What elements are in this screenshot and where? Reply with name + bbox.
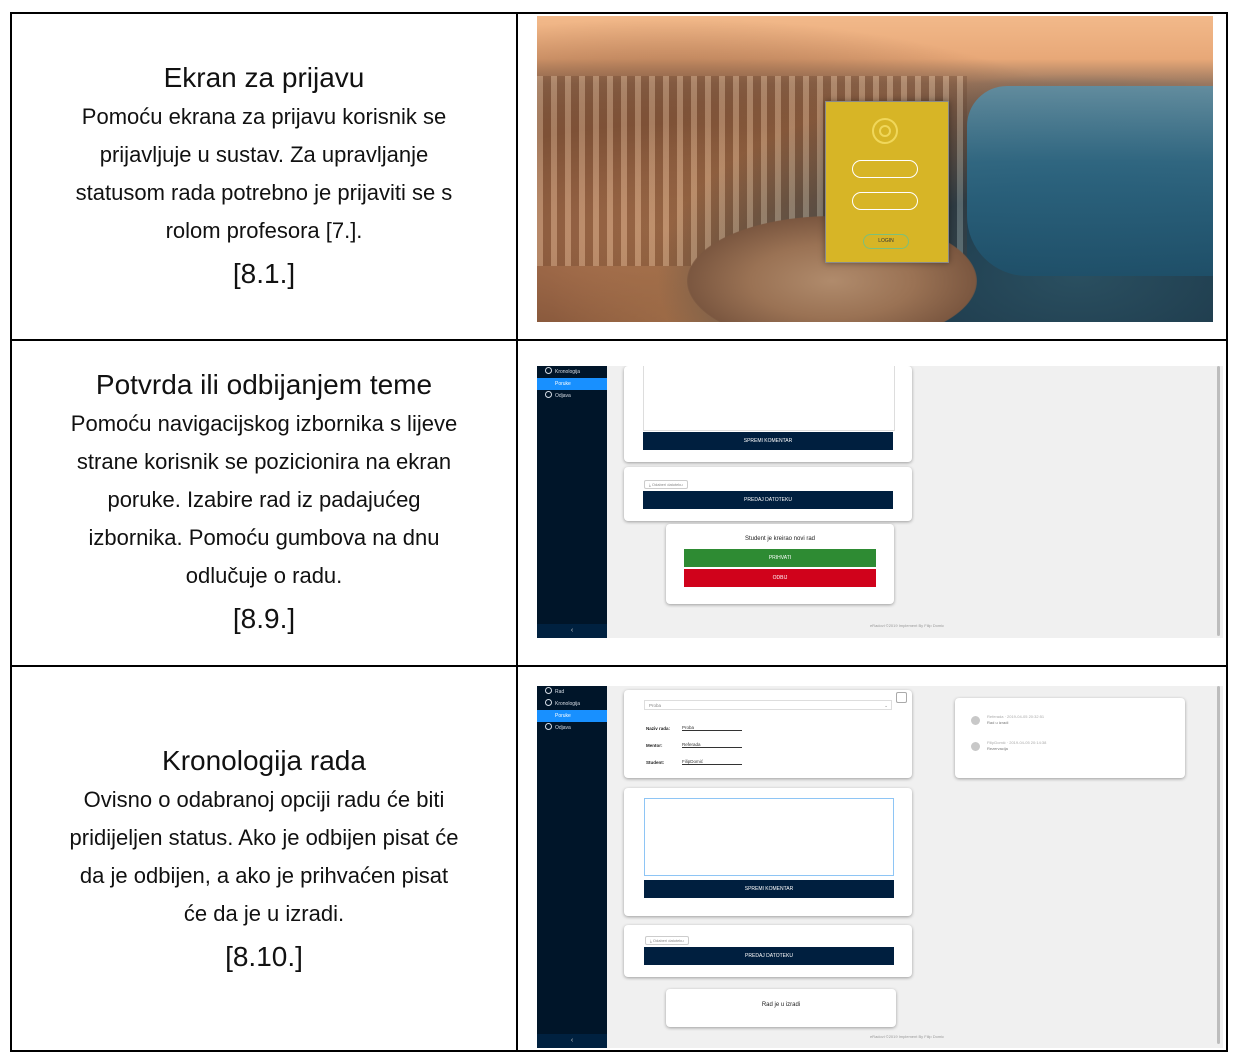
submit-file-button[interactable]: PREDAJ DATOTEKU	[644, 947, 894, 965]
row-body-line: odlučuje o radu.	[185, 563, 343, 588]
row-body-line: izbornika. Pomoću gumbova na dnu	[88, 525, 440, 550]
sidebar-item-kronologija[interactable]: Kronologija	[537, 366, 607, 378]
sidebar-item-odjava[interactable]: Odjava	[537, 722, 607, 734]
clock-icon	[545, 699, 552, 706]
login-screenshot: LOGIN	[537, 16, 1213, 322]
username-field[interactable]	[852, 160, 918, 178]
save-comment-button[interactable]: SPREMI KOMENTAR	[643, 432, 893, 450]
collapse-sidebar-button[interactable]: ‹	[537, 624, 607, 638]
clock-icon	[545, 367, 552, 374]
row-body-line: Pomoću navigacijskog izbornika s lijeve	[70, 411, 458, 436]
choose-file-button[interactable]: ⤓ Odaberi datoteku	[645, 936, 689, 945]
sidebar-item-rad[interactable]: Rad	[537, 686, 607, 698]
user-icon	[545, 723, 552, 730]
decision-screenshot: Kronologija Poruke Odjava ‹ SPREMI KOMEN…	[537, 366, 1223, 638]
sidebar: Kronologija Poruke Odjava ‹	[537, 366, 607, 638]
figure-reference: [8.9.]	[232, 603, 296, 634]
login-button[interactable]: LOGIN	[863, 234, 909, 249]
status-panel: Rad je u izradi	[666, 989, 896, 1027]
row-body-line: pridijeljen status. Ako je odbijen pisat…	[69, 824, 459, 850]
comment-textarea[interactable]	[644, 798, 894, 876]
reject-button[interactable]: ODBIJ	[684, 569, 876, 587]
footer: eRadovi ©2019 Implement By Filip Domic	[869, 623, 945, 628]
password-field[interactable]	[852, 192, 918, 210]
row-body-line: će da je u izradi.	[183, 900, 345, 926]
row-title: Potvrda ili odbijanjem teme	[95, 369, 433, 400]
row-body-line: Ovisno o odabranoj opciji radu će biti	[83, 786, 445, 812]
footer: eRadovi ©2019 Implement By Filip Domic	[869, 1034, 945, 1039]
spiral-logo-icon	[872, 118, 898, 144]
upload-panel: ⤓ Odaberi datoteku PREDAJ DATOTEKU	[624, 467, 912, 521]
row-body-line: da je odbijen, a ako je prihvaćen pisat	[79, 862, 449, 888]
row-3-text-cell: Kronologija rada Ovisno o odabranoj opci…	[12, 667, 516, 1052]
document-table: Ekran za prijavu Pomoću ekrana za prijav…	[10, 12, 1228, 1052]
row-body-line: poruke. Izabire rad iz padajućeg	[107, 487, 421, 512]
timeline-panel: Referada · 2019-04-05 20:32:51 Rad u izra…	[955, 698, 1185, 778]
work-select[interactable]: Proba ⌄	[644, 700, 892, 710]
sidebar-item-poruke[interactable]: Poruke	[537, 710, 607, 722]
row-body-line: statusom rada potrebno je prijaviti se s	[75, 179, 453, 205]
sidebar-item-kronologija[interactable]: Kronologija	[537, 698, 607, 710]
chevron-down-icon: ⌄	[884, 703, 888, 708]
choose-file-button[interactable]: ⤓ Odaberi datoteku	[644, 480, 688, 489]
accept-button[interactable]: PRIHVATI	[684, 549, 876, 567]
scrollbar[interactable]	[1217, 366, 1220, 636]
timeline-entry: FilipDomić · 2019-04-05 20:14:38 Rezervac…	[987, 740, 1047, 751]
row-title: Ekran za prijavu	[163, 61, 365, 93]
file-icon	[545, 687, 552, 694]
sidebar-item-poruke[interactable]: Poruke	[537, 378, 607, 390]
user-icon	[545, 391, 552, 398]
timeline-avatar	[971, 716, 980, 725]
row-body-line: Pomoću ekrana za prijavu korisnik se	[81, 103, 447, 129]
work-details-panel: Proba ⌄ Naziv rada: Proba Mentor: Referad…	[624, 690, 912, 778]
save-comment-button[interactable]: SPREMI KOMENTAR	[644, 880, 894, 898]
row-body-line: rolom profesora [7.].	[165, 217, 363, 243]
collapse-sidebar-button[interactable]: ‹	[537, 1034, 607, 1048]
submit-file-button[interactable]: PREDAJ DATOTEKU	[643, 491, 893, 509]
field-label: Student:	[646, 760, 665, 765]
field-value: Referada	[682, 742, 742, 748]
row-2-text-cell: Potvrda ili odbijanjem teme Pomoću navig…	[12, 341, 516, 665]
field-value: Proba	[682, 725, 742, 731]
timeline-entry: Referada · 2019-04-05 20:32:51 Rad u izra…	[987, 714, 1045, 725]
field-value: FilipDomić	[682, 759, 742, 765]
status-panel: Student je kreirao novi rad PRIHVATI ODB…	[666, 524, 894, 604]
scrollbar[interactable]	[1217, 686, 1220, 1044]
figure-reference: [8.1.]	[232, 257, 296, 289]
timeline-avatar	[971, 742, 980, 751]
comment-textarea[interactable]	[643, 366, 895, 431]
sea-background	[967, 86, 1213, 276]
figure-reference: [8.10.]	[225, 940, 303, 972]
status-text: Rad je u izradi	[761, 1002, 801, 1008]
row-body-line: prijavljuje u sustav. Za upravljanje	[99, 141, 429, 167]
timeline-screenshot: Rad Kronologija Poruke Odjava ‹ Proba ⌄ N…	[537, 686, 1223, 1048]
upload-panel: ⤓ Odaberi datoteku PREDAJ DATOTEKU	[624, 925, 912, 977]
field-label: Naziv rada:	[646, 726, 671, 731]
column-divider	[516, 14, 518, 1050]
comment-panel: SPREMI KOMENTAR	[624, 788, 912, 916]
login-card: LOGIN	[825, 101, 949, 263]
row-title: Kronologija rada	[162, 744, 366, 776]
sidebar-item-odjava[interactable]: Odjava	[537, 390, 607, 402]
row-body-line: strane korisnik se pozicionira na ekran	[76, 449, 452, 474]
status-title: Student je kreirao novi rad	[744, 536, 816, 542]
row-1-text-cell: Ekran za prijavu Pomoću ekrana za prijav…	[12, 14, 516, 339]
sidebar: Rad Kronologija Poruke Odjava ‹	[537, 686, 607, 1048]
flag-icon[interactable]	[896, 692, 907, 703]
comment-panel: SPREMI KOMENTAR	[624, 366, 912, 462]
field-label: Mentor:	[646, 743, 663, 748]
